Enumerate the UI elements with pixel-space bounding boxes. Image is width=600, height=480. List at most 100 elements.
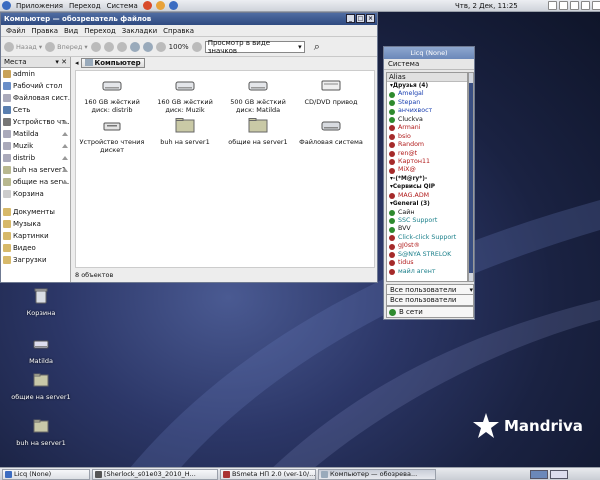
file-item[interactable]: общие на server1 bbox=[222, 117, 294, 146]
group-filter-select-2[interactable]: Все пользователи bbox=[386, 295, 474, 306]
menu-applications[interactable]: Приложения bbox=[13, 0, 66, 12]
contact-item[interactable]: S@NYA STRELOK bbox=[387, 251, 467, 259]
workspace-1[interactable] bbox=[530, 469, 548, 479]
place-item[interactable]: Matilda bbox=[1, 128, 70, 140]
file-item[interactable]: 160 GB жёсткий диск: Muzik bbox=[149, 77, 221, 114]
contact-item[interactable]: SSC Support bbox=[387, 217, 467, 225]
location-button-computer[interactable]: Компьютер bbox=[80, 57, 145, 68]
file-item[interactable]: Файловая система bbox=[295, 117, 367, 146]
up-button[interactable] bbox=[90, 41, 101, 52]
contact-list[interactable]: Alias ▾ Друзья (4) Amelgal Stepan анчихвост… bbox=[386, 72, 468, 282]
back-button[interactable]: Назад ▾ bbox=[4, 41, 42, 52]
contact-item[interactable]: майл агент bbox=[387, 268, 467, 276]
menu-file[interactable]: Файл bbox=[6, 27, 25, 35]
eject-icon[interactable] bbox=[62, 179, 68, 184]
desktop-icon-trash[interactable]: Корзина bbox=[6, 287, 76, 317]
bookmark-item[interactable]: Видео bbox=[1, 242, 70, 254]
contact-item[interactable]: анчихвост bbox=[387, 107, 467, 115]
contact-group[interactable]: ▾ Сервисы QIP bbox=[387, 183, 467, 191]
place-item[interactable]: Корзина bbox=[1, 188, 70, 200]
bookmark-item[interactable]: Документы bbox=[1, 206, 70, 218]
maximize-button[interactable]: □ bbox=[356, 14, 365, 23]
contact-list-header[interactable]: Alias bbox=[387, 73, 467, 82]
view-mode-select[interactable]: Просмотр в виде значков ▾ bbox=[204, 39, 305, 55]
contact-item[interactable]: Cluckva bbox=[387, 116, 467, 124]
zoom-out-button[interactable] bbox=[155, 41, 166, 52]
eject-icon[interactable] bbox=[62, 167, 68, 172]
bookmark-item[interactable]: Картинки bbox=[1, 230, 70, 242]
contact-item[interactable]: MAG.ADM bbox=[387, 192, 467, 200]
contact-item[interactable]: gJ0st® bbox=[387, 242, 467, 250]
contact-item[interactable]: Amelgal bbox=[387, 90, 467, 98]
taskbar-item-sherlock[interactable]: [Sherlock_s01e03_2010_H... bbox=[92, 468, 218, 480]
place-item[interactable]: Рабочий стол bbox=[1, 80, 70, 92]
places-header[interactable]: Места ▾ ✕ bbox=[1, 57, 70, 68]
desktop-icon-share-buh[interactable]: buh на server1 bbox=[6, 417, 76, 447]
updates-tray-icon[interactable] bbox=[570, 1, 579, 10]
search-button[interactable]: ⌕ bbox=[314, 40, 320, 54]
menu-edit[interactable]: Правка bbox=[31, 27, 58, 35]
menu-bookmarks[interactable]: Закладки bbox=[122, 27, 157, 35]
eject-icon[interactable] bbox=[62, 131, 68, 136]
file-manager-titlebar[interactable]: Компьютер — обозреватель файлов _ □ × bbox=[1, 13, 377, 25]
contact-item[interactable]: tidus bbox=[387, 259, 467, 267]
contact-item[interactable]: Картон11 bbox=[387, 158, 467, 166]
menu-view[interactable]: Вид bbox=[64, 27, 78, 35]
file-item[interactable]: 160 GB жёсткий диск: distrib bbox=[76, 77, 148, 114]
file-item[interactable]: Устройство чтения дискет bbox=[76, 117, 148, 154]
close-button[interactable]: × bbox=[366, 14, 375, 23]
stop-button[interactable] bbox=[103, 41, 114, 52]
file-item[interactable]: CD/DVD привод bbox=[295, 77, 367, 106]
contact-item[interactable]: Stepan bbox=[387, 99, 467, 107]
scrollbar-thumb[interactable] bbox=[469, 83, 473, 273]
contact-group[interactable]: ▾ Друзья (4) bbox=[387, 82, 467, 90]
place-item[interactable]: admin bbox=[1, 68, 70, 80]
taskbar-item-licq[interactable]: Licq (None) bbox=[2, 468, 90, 480]
contact-item[interactable]: MiX@ bbox=[387, 166, 467, 174]
apps-menu-icon[interactable] bbox=[2, 1, 11, 10]
contact-item[interactable]: bsio bbox=[387, 133, 467, 141]
menu-help[interactable]: Справка bbox=[163, 27, 194, 35]
contact-group[interactable]: ▾ General (3) bbox=[387, 200, 467, 208]
location-arrow-icon[interactable]: ◂ bbox=[75, 59, 79, 67]
contact-group[interactable]: ▾ -(*M@ry*)- bbox=[387, 175, 467, 183]
home-button[interactable] bbox=[129, 41, 140, 52]
clock[interactable]: Чтв, 2 Дек, 11:25 bbox=[455, 0, 518, 12]
network-tray-icon[interactable] bbox=[548, 1, 557, 10]
contact-item[interactable]: Click-click Support bbox=[387, 234, 467, 242]
mail-launcher-icon[interactable] bbox=[155, 1, 165, 10]
licq-menu-system[interactable]: Система bbox=[384, 59, 474, 70]
contact-item[interactable]: Random bbox=[387, 141, 467, 149]
place-item[interactable]: общие на serv... bbox=[1, 176, 70, 188]
file-item[interactable]: 500 GB жёсткий диск: Matilda bbox=[222, 77, 294, 114]
computer-button[interactable] bbox=[142, 41, 153, 52]
place-item[interactable]: distrib bbox=[1, 152, 70, 164]
contact-item[interactable]: BVV bbox=[387, 225, 467, 233]
place-item[interactable]: Файловая сист... bbox=[1, 92, 70, 104]
forward-button[interactable]: Вперед ▾ bbox=[45, 41, 88, 52]
place-item[interactable]: Устройство чт... bbox=[1, 116, 70, 128]
minimize-button[interactable]: _ bbox=[346, 14, 355, 23]
place-item[interactable]: buh на server1 bbox=[1, 164, 70, 176]
desktop-icon-share-obshchie[interactable]: общие на server1 bbox=[6, 371, 76, 401]
zoom-in-button[interactable] bbox=[191, 41, 202, 52]
bookmark-item[interactable]: Музыка bbox=[1, 218, 70, 230]
contact-item[interactable]: Armani bbox=[387, 124, 467, 132]
file-view[interactable]: 160 GB жёсткий диск: distrib 160 GB жёстк… bbox=[75, 70, 375, 268]
desktop-icon-matilda[interactable]: Matilda bbox=[6, 335, 76, 365]
taskbar-item-file-manager[interactable]: Компьютер — обозрева... bbox=[318, 468, 436, 480]
browser-launcher-icon[interactable] bbox=[142, 1, 152, 10]
workspace-2[interactable] bbox=[550, 469, 568, 479]
keyboard-tray-icon[interactable] bbox=[581, 1, 590, 10]
eject-icon[interactable] bbox=[62, 119, 68, 124]
menu-system[interactable]: Система bbox=[104, 0, 141, 12]
bookmark-item[interactable]: Загрузки bbox=[1, 254, 70, 266]
reload-button[interactable] bbox=[116, 41, 127, 52]
taskbar-item-bsmeta[interactable]: BSmeta НП 2.0 (ver-10/... bbox=[220, 468, 316, 480]
contact-item[interactable]: Сайн bbox=[387, 209, 467, 217]
online-status-button[interactable]: В сети bbox=[386, 306, 474, 318]
volume-tray-icon[interactable] bbox=[559, 1, 568, 10]
menu-go[interactable]: Переход bbox=[84, 27, 116, 35]
contact-item[interactable]: ren@t bbox=[387, 150, 467, 158]
logout-tray-icon[interactable] bbox=[592, 1, 600, 10]
